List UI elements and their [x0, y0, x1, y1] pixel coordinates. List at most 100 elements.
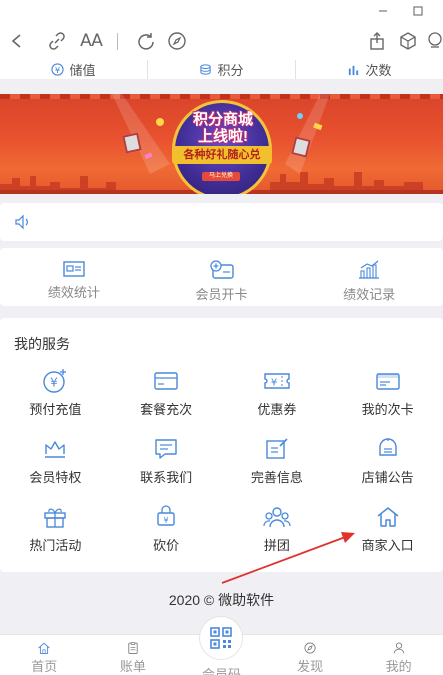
banner-subtitle: 各种好礼随心兑: [172, 146, 272, 164]
service-label: 商家入口: [361, 538, 414, 553]
service-group-buy[interactable]: 拼团: [222, 504, 333, 572]
promo-banner[interactable]: 积分商城 上线啦! 各种好礼随心兑 马上兑换: [0, 94, 443, 194]
compass-icon[interactable]: [166, 30, 188, 52]
service-label: 预付充值: [29, 402, 82, 417]
bar-chart-icon: [349, 65, 359, 76]
quick-performance-records[interactable]: 绩效记录: [295, 248, 443, 306]
quick-performance-stats[interactable]: 绩效统计: [0, 248, 148, 306]
service-label: 我的次卡: [361, 402, 414, 417]
stat-label: 积分: [217, 63, 244, 78]
svg-text:¥: ¥: [164, 516, 169, 525]
link-icon[interactable]: [46, 30, 68, 52]
nav-home[interactable]: 首页: [0, 635, 89, 675]
browser-toolbar: AA: [0, 22, 443, 60]
service-package-recharge[interactable]: 套餐充次: [111, 368, 222, 436]
service-prepaid-recharge[interactable]: ¥ 预付充值: [0, 368, 111, 436]
bargain-icon: ¥: [152, 504, 180, 530]
stat-label: 储值: [69, 63, 96, 78]
service-label: 优惠券: [257, 402, 297, 417]
share-icon[interactable]: [366, 30, 388, 52]
quick-member-open-card[interactable]: 会员开卡: [148, 248, 296, 306]
nav-member-code[interactable]: 会员码: [177, 616, 266, 675]
edit-icon: [263, 436, 291, 462]
section-title: 我的服务: [14, 336, 70, 352]
quick-label: 绩效记录: [343, 287, 396, 302]
nav-label: 发现: [297, 659, 324, 674]
coupon-icon: ¥: [263, 368, 291, 394]
more-icon[interactable]: [425, 30, 443, 52]
nav-mine[interactable]: 我的: [354, 635, 443, 675]
service-label: 拼团: [263, 538, 290, 553]
nav-label: 会员码: [201, 667, 241, 675]
services-grid: ¥ 预付充值 套餐充次 ¥ 优惠券 我的次卡 会员特权 联系我们 完善信息 店铺…: [0, 368, 443, 572]
bottom-navigation: 首页 账单 会员码 发现 我的: [0, 616, 443, 675]
coins-icon: [200, 64, 212, 75]
announcement-bar[interactable]: [0, 203, 443, 241]
qr-code-icon: [199, 616, 244, 660]
speaker-icon: [14, 214, 32, 235]
back-icon[interactable]: [6, 30, 28, 52]
service-label: 会员特权: [29, 470, 82, 485]
crown-icon: [41, 436, 69, 462]
service-contact-us[interactable]: 联系我们: [111, 436, 222, 504]
gift-icon: [41, 504, 69, 530]
minimize-icon[interactable]: [373, 3, 393, 19]
yen-circle-icon: ¥: [51, 63, 65, 76]
nav-bill[interactable]: 账单: [89, 635, 178, 675]
service-label: 热门活动: [29, 538, 82, 553]
stat-stored-value[interactable]: ¥ 储值: [0, 60, 148, 79]
add-card-icon: [209, 260, 234, 279]
yen-plus-icon: ¥: [41, 368, 69, 394]
font-size-icon[interactable]: AA: [78, 30, 104, 52]
quick-label: 会员开卡: [195, 287, 248, 302]
nav-label: 账单: [119, 659, 146, 674]
cube-icon[interactable]: [397, 30, 419, 52]
announcement-icon: [374, 436, 402, 462]
stat-points[interactable]: 积分: [148, 60, 296, 79]
service-bargain[interactable]: ¥ 砍价: [111, 504, 222, 572]
banner-title-line1: 积分商城: [192, 111, 253, 128]
service-store-announcement[interactable]: 店铺公告: [332, 436, 443, 504]
nav-label: 首页: [31, 659, 58, 674]
card-icon: [152, 368, 180, 394]
copyright-text: 2020 © 微助软件: [168, 592, 275, 608]
font-size-label: AA: [80, 31, 103, 51]
chart-record-icon: [359, 260, 380, 279]
window-titlebar: [0, 0, 443, 22]
user-icon: [393, 642, 404, 654]
banner-title: 积分商城 上线啦!: [178, 111, 268, 145]
quick-actions: 绩效统计 会员开卡 绩效记录: [0, 248, 443, 306]
discover-icon: [304, 642, 316, 654]
chat-icon: [152, 436, 180, 462]
stat-label: 次数: [365, 63, 392, 78]
svg-text:¥: ¥: [271, 378, 277, 389]
service-my-punch-card[interactable]: 我的次卡: [332, 368, 443, 436]
toolbar-divider: [117, 33, 118, 50]
home-nav-icon: [38, 642, 50, 654]
id-card-icon: [63, 261, 85, 277]
service-merchant-entrance[interactable]: 商家入口: [332, 504, 443, 572]
member-card-icon: [374, 368, 402, 394]
service-label: 砍价: [153, 538, 180, 553]
service-member-privileges[interactable]: 会员特权: [0, 436, 111, 504]
stat-count[interactable]: 次数: [296, 60, 443, 79]
my-services-panel: 我的服务 ¥ 预付充值 套餐充次 ¥ 优惠券 我的次卡 会员特权 联系我们 完善…: [0, 318, 443, 572]
service-label: 完善信息: [250, 470, 303, 485]
nav-label: 我的: [385, 659, 412, 674]
banner-cta-button[interactable]: 马上兑换: [202, 172, 240, 181]
service-label: 联系我们: [140, 470, 193, 485]
maximize-icon[interactable]: [408, 3, 428, 19]
home-icon: [374, 504, 402, 530]
group-icon: [263, 504, 291, 530]
service-label: 店铺公告: [361, 470, 414, 485]
banner-title-line2: 上线啦!: [198, 128, 248, 145]
nav-discover[interactable]: 发现: [266, 635, 355, 675]
bill-icon: [128, 642, 138, 654]
refresh-icon[interactable]: [135, 30, 157, 52]
service-label: 套餐充次: [140, 402, 193, 417]
svg-text:¥: ¥: [51, 376, 59, 390]
service-coupons[interactable]: ¥ 优惠券: [222, 368, 333, 436]
service-hot-events[interactable]: 热门活动: [0, 504, 111, 572]
svg-text:¥: ¥: [55, 65, 60, 75]
service-complete-info[interactable]: 完善信息: [222, 436, 333, 504]
